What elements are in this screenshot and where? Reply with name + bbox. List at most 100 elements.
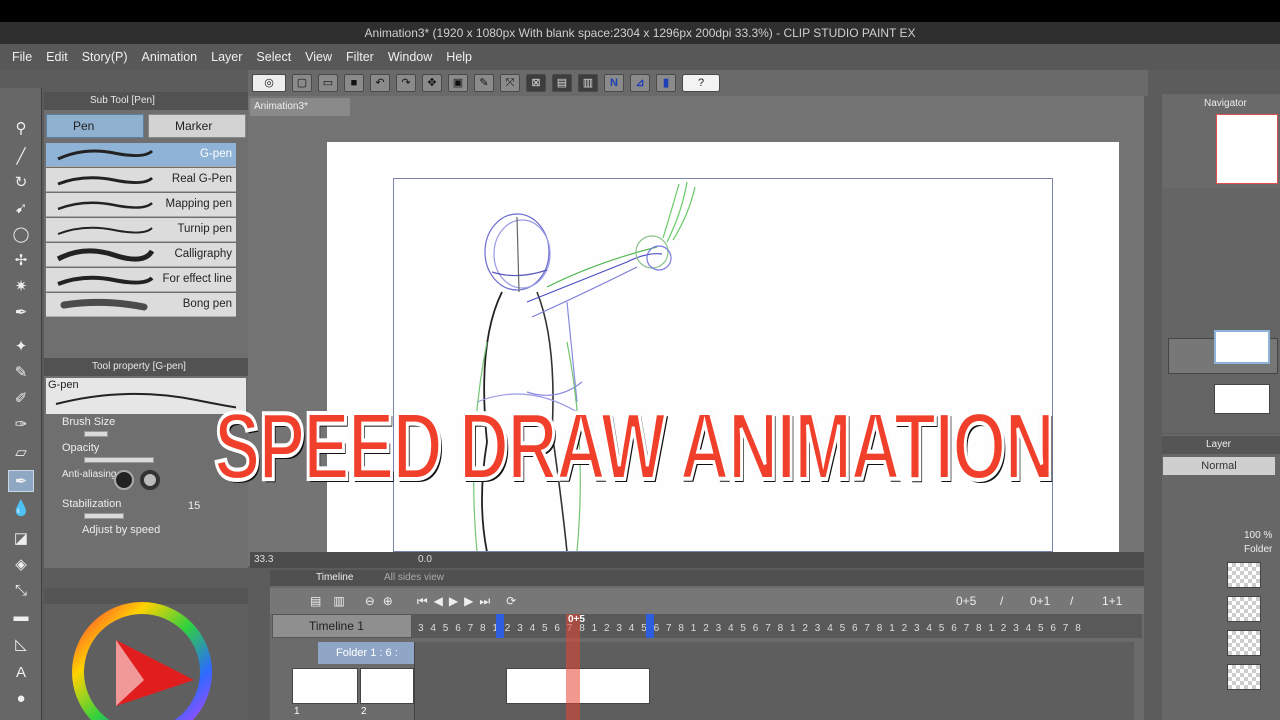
- open-file-icon[interactable]: ▭: [318, 74, 338, 92]
- save-icon[interactable]: ■: [344, 74, 364, 92]
- layer-cel-thumb-2[interactable]: [1227, 596, 1261, 622]
- undo-icon[interactable]: ↶: [370, 74, 390, 92]
- brush-label: Turnip pen: [177, 223, 232, 235]
- brush-tool-icon[interactable]: ✎: [8, 362, 34, 384]
- menu-help[interactable]: Help: [446, 50, 472, 64]
- layer-cel-thumb-1[interactable]: [1227, 562, 1261, 588]
- zoom-level[interactable]: 33.3: [254, 554, 273, 565]
- brush-turnip-pen[interactable]: Turnip pen: [46, 218, 236, 242]
- text-tool-icon[interactable]: A: [8, 662, 34, 684]
- menu-window[interactable]: Window: [388, 50, 432, 64]
- lasso-tool-icon[interactable]: ◯: [8, 224, 34, 246]
- clear-icon[interactable]: ✥: [422, 74, 442, 92]
- play-icon[interactable]: ▶: [449, 594, 458, 608]
- loop-icon[interactable]: ⟳: [506, 594, 516, 608]
- scale-icon[interactable]: ⤧: [500, 74, 520, 92]
- brush-g-pen[interactable]: G-pen: [46, 143, 236, 167]
- new-animation-folder-icon[interactable]: ▤: [310, 594, 321, 608]
- brush-calligraphy[interactable]: Calligraphy: [46, 243, 236, 267]
- redo-icon[interactable]: ↷: [396, 74, 416, 92]
- work-area-end[interactable]: [646, 614, 654, 638]
- document-tab[interactable]: Animation3*: [250, 98, 350, 116]
- cel-thumbnail-2[interactable]: [360, 668, 414, 704]
- new-file-icon[interactable]: ▢: [292, 74, 312, 92]
- menu-animation[interactable]: Animation: [142, 50, 198, 64]
- show-selection-icon[interactable]: ▥: [578, 74, 598, 92]
- frame-tool-icon[interactable]: ▬: [8, 606, 34, 628]
- eyedropper-icon[interactable]: ✒: [8, 302, 34, 324]
- menu-edit[interactable]: Edit: [46, 50, 68, 64]
- zoom-in-timeline-icon[interactable]: ⊕: [383, 594, 393, 608]
- menu-layer[interactable]: Layer: [211, 50, 242, 64]
- snap-ruler-icon[interactable]: N: [604, 74, 624, 92]
- brush-mapping-pen[interactable]: Mapping pen: [46, 193, 236, 217]
- invert-selection-icon[interactable]: ▤: [552, 74, 572, 92]
- tab-pen[interactable]: Pen: [46, 114, 144, 138]
- selection-off-icon[interactable]: ⊠: [526, 74, 546, 92]
- help-icon[interactable]: ?: [682, 74, 720, 92]
- transform-icon[interactable]: ✎: [474, 74, 494, 92]
- timeline-tab[interactable]: Timeline: [316, 570, 353, 586]
- snap-special-ruler-icon[interactable]: ⊿: [630, 74, 650, 92]
- brush-stroke-icon: [57, 201, 153, 211]
- window-title: Animation3* (1920 x 1080px With blank sp…: [0, 22, 1280, 44]
- frame-tick-label: 5: [442, 623, 449, 634]
- cel-thumbnail-1[interactable]: [292, 668, 358, 704]
- fill-icon[interactable]: ▣: [448, 74, 468, 92]
- balloon-tool-icon[interactable]: ●: [8, 688, 34, 710]
- fill-tool-icon[interactable]: ◈: [8, 554, 34, 576]
- clip-studio-icon[interactable]: ◎: [252, 74, 286, 92]
- gradient-tool-icon[interactable]: ◪: [8, 528, 34, 550]
- next-frame-icon[interactable]: ▶: [464, 594, 473, 608]
- animation-folder-row[interactable]: Folder 1 : 6 : cel: [318, 642, 414, 681]
- zoom-out-timeline-icon[interactable]: ⊖: [365, 594, 375, 608]
- brush-real-g-pen[interactable]: Real G-Pen: [46, 168, 236, 192]
- zoom-tool-icon[interactable]: ⚲: [8, 118, 34, 140]
- layer-cel-thumb-4[interactable]: [1227, 664, 1261, 690]
- frame-tick-label: 6: [951, 623, 957, 634]
- tab-pen-label: Pen: [73, 119, 95, 133]
- navigator-thumbnail[interactable]: [1216, 114, 1278, 184]
- first-frame-icon[interactable]: ⏮: [417, 594, 428, 609]
- adjust-speed-row[interactable]: Adjust by speed: [44, 524, 248, 550]
- snap-grid-icon[interactable]: ▮: [656, 74, 676, 92]
- menu-story[interactable]: Story(P): [82, 50, 128, 64]
- color-wheel[interactable]: [44, 588, 248, 720]
- ruler-tool-icon[interactable]: ◺: [8, 634, 34, 656]
- tab-marker[interactable]: Marker: [148, 114, 246, 138]
- figure-tool-icon[interactable]: ⤡: [8, 580, 34, 602]
- sparkle-tool-icon[interactable]: ✦: [8, 336, 34, 358]
- frame-tick-label: 4: [430, 623, 436, 634]
- move-tool-icon[interactable]: ╱: [8, 146, 34, 168]
- rotate-tool-icon[interactable]: ↻: [8, 172, 34, 194]
- marker-sep-2: /: [1070, 594, 1074, 608]
- timeline-name-select[interactable]: Timeline 1: [272, 614, 412, 638]
- layer-cel-thumb-3[interactable]: [1227, 630, 1261, 656]
- select-layer-icon[interactable]: ✢: [8, 250, 34, 272]
- last-frame-icon[interactable]: ⏭: [479, 594, 490, 609]
- menu-select[interactable]: Select: [256, 50, 291, 64]
- canvas-status-bar: 33.3 0.0: [250, 552, 1144, 568]
- video-title-overlay: SPEED DRAW ANIMATION: [0, 391, 1280, 502]
- menu-bar: File Edit Story(P) Animation Layer Selec…: [0, 44, 1280, 70]
- rotation-angle[interactable]: 0.0: [418, 552, 432, 568]
- frame-tick-label: 4: [1025, 623, 1032, 634]
- brush-effect-line[interactable]: For effect line: [46, 268, 236, 292]
- brush-label: Bong pen: [182, 298, 232, 310]
- brush-bong-pen[interactable]: Bong pen: [46, 293, 236, 317]
- operation-tool-icon[interactable]: ➹: [8, 198, 34, 220]
- menu-file[interactable]: File: [12, 50, 32, 64]
- marker-end: 1+1: [1102, 594, 1123, 608]
- menu-filter[interactable]: Filter: [346, 50, 374, 64]
- layer-thumb-1[interactable]: [1214, 330, 1270, 364]
- menu-view[interactable]: View: [305, 50, 332, 64]
- frame-tick-label: 6: [752, 623, 759, 634]
- stabilization-slider[interactable]: [84, 513, 124, 519]
- new-cel-icon[interactable]: ▥: [333, 594, 344, 608]
- playhead[interactable]: [566, 614, 580, 720]
- work-area-start[interactable]: [496, 614, 504, 638]
- auto-select-icon[interactable]: ✷: [8, 276, 34, 298]
- layer-opacity: 100 %: [1244, 530, 1273, 541]
- prev-frame-icon[interactable]: ◀: [434, 594, 443, 608]
- all-sides-tab[interactable]: All sides view: [384, 570, 444, 586]
